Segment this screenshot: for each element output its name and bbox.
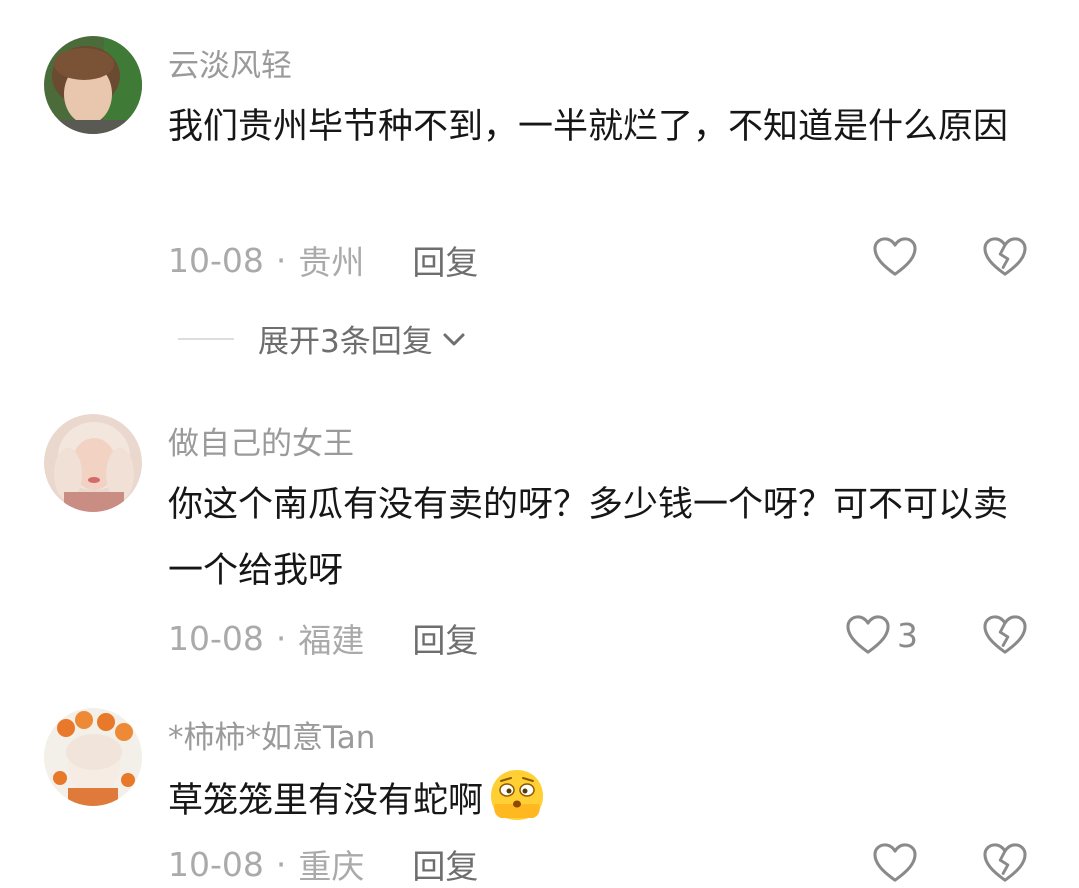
username[interactable]: 做自己的女王 bbox=[168, 418, 354, 463]
divider-line bbox=[178, 337, 234, 340]
dislike-button[interactable] bbox=[982, 236, 1028, 278]
broken-heart-icon bbox=[983, 843, 1027, 882]
like-button[interactable] bbox=[872, 842, 924, 884]
broken-heart-icon bbox=[983, 237, 1027, 276]
username[interactable]: 云淡风轻 bbox=[168, 40, 292, 85]
comment-date: 10-08 bbox=[168, 844, 264, 884]
reply-button[interactable]: 回复 bbox=[412, 236, 478, 284]
comment-location: 贵州 bbox=[298, 243, 365, 282]
expand-replies-label: 展开3条回复 bbox=[258, 324, 433, 360]
comment-meta: 10-08 · 贵州 回复 bbox=[168, 236, 478, 284]
comment-meta: 10-08 · 重庆 回复 bbox=[168, 840, 478, 888]
chevron-down-icon bbox=[443, 333, 465, 345]
avatar-image bbox=[44, 414, 142, 512]
comment-date: 10-08 bbox=[168, 618, 264, 658]
reply-button[interactable]: 回复 bbox=[412, 840, 478, 888]
comment-text: 你这个南瓜有没有卖的呀？多少钱一个呀？可不可以卖一个给我呀 bbox=[168, 485, 1009, 591]
comment-text: 我们贵州毕节种不到，一半就烂了，不知道是什么原因 bbox=[168, 107, 1009, 147]
broken-heart-icon bbox=[983, 615, 1027, 654]
comment-meta: 10-08 · 福建 回复 bbox=[168, 614, 478, 662]
meta-separator: · bbox=[275, 618, 287, 658]
like-button[interactable] bbox=[872, 236, 924, 278]
meta-separator: · bbox=[275, 240, 287, 280]
comment-date: 10-08 bbox=[168, 240, 264, 280]
dizzy-face-emoji bbox=[491, 770, 544, 820]
reply-button[interactable]: 回复 bbox=[412, 614, 478, 662]
expand-replies-button[interactable]: 展开3条回复 bbox=[178, 316, 469, 361]
meta-separator: · bbox=[275, 844, 287, 884]
heart-outline-icon bbox=[846, 615, 890, 654]
like-button[interactable]: 3 bbox=[845, 614, 918, 656]
heart-outline-icon bbox=[873, 237, 917, 276]
avatar-image bbox=[44, 36, 142, 134]
username[interactable]: *柿柿*如意Tan bbox=[168, 712, 375, 757]
avatar-image bbox=[44, 708, 142, 806]
comment-location: 重庆 bbox=[298, 847, 365, 886]
avatar[interactable] bbox=[44, 708, 142, 806]
dislike-button[interactable] bbox=[982, 614, 1028, 656]
comment-text-content: 草笼笼里有没有蛇啊 bbox=[168, 781, 484, 821]
like-count: 3 bbox=[897, 615, 918, 655]
dislike-button[interactable] bbox=[982, 842, 1028, 884]
avatar[interactable] bbox=[44, 36, 142, 134]
comment-text: 草笼笼里有没有蛇啊 bbox=[168, 766, 1038, 834]
avatar[interactable] bbox=[44, 414, 142, 512]
heart-outline-icon bbox=[873, 843, 917, 882]
comment-location: 福建 bbox=[298, 621, 365, 660]
